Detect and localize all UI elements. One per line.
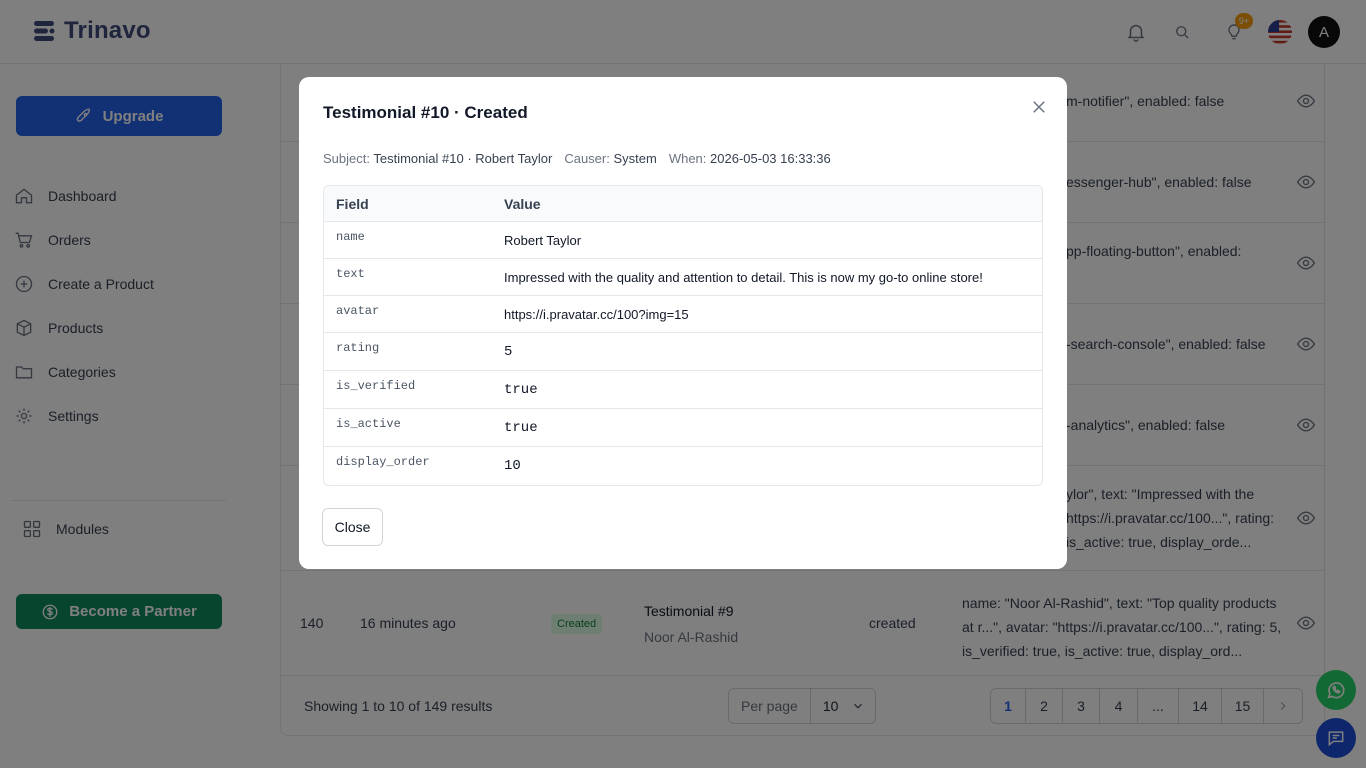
when-label: When: [668, 151, 707, 166]
activity-detail-modal: Testimonial #10 · Created Subject: Testi… [299, 77, 1067, 569]
table-row: name Robert Taylor [324, 222, 1042, 259]
field-name: rating [336, 341, 380, 355]
table-row: display_order 10 [324, 447, 1042, 485]
modal-title: Testimonial #10 · Created [323, 103, 528, 122]
field-value: 5 [504, 343, 513, 360]
table-row: is_verified true [324, 371, 1042, 409]
table-header: Field Value [324, 186, 1042, 222]
close-icon[interactable] [1027, 95, 1051, 119]
table-row: is_active true [324, 409, 1042, 447]
field-name: is_active [336, 417, 401, 431]
field-value: Impressed with the quality and attention… [504, 269, 983, 285]
properties-table: Field Value name Robert Taylor text Impr… [323, 185, 1043, 486]
column-header-value: Value [504, 195, 541, 212]
field-value: true [504, 381, 538, 398]
field-name: avatar [336, 304, 380, 318]
activity-meta: Subject: Testimonial #10 · Robert Taylor… [323, 151, 831, 166]
field-value: https://i.pravatar.cc/100?img=15 [504, 306, 689, 322]
field-value: true [504, 419, 538, 436]
table-row: rating 5 [324, 333, 1042, 371]
field-value: 10 [504, 458, 521, 474]
subject-value: Testimonial #10 · Robert Taylor [373, 151, 553, 166]
close-button[interactable]: Close [322, 508, 383, 546]
subject-label: Subject: [323, 151, 370, 166]
causer-value: System [613, 151, 657, 166]
table-row: avatar https://i.pravatar.cc/100?img=15 [324, 296, 1042, 333]
field-name: display_order [336, 455, 430, 469]
column-header-field: Field [336, 195, 369, 212]
field-name: text [336, 267, 365, 281]
field-value: Robert Taylor [504, 232, 582, 248]
causer-label: Causer: [564, 151, 610, 166]
when-value: 2026-05-03 16:33:36 [710, 151, 831, 166]
field-name: name [336, 230, 365, 244]
table-row: text Impressed with the quality and atte… [324, 259, 1042, 296]
field-name: is_verified [336, 379, 416, 393]
